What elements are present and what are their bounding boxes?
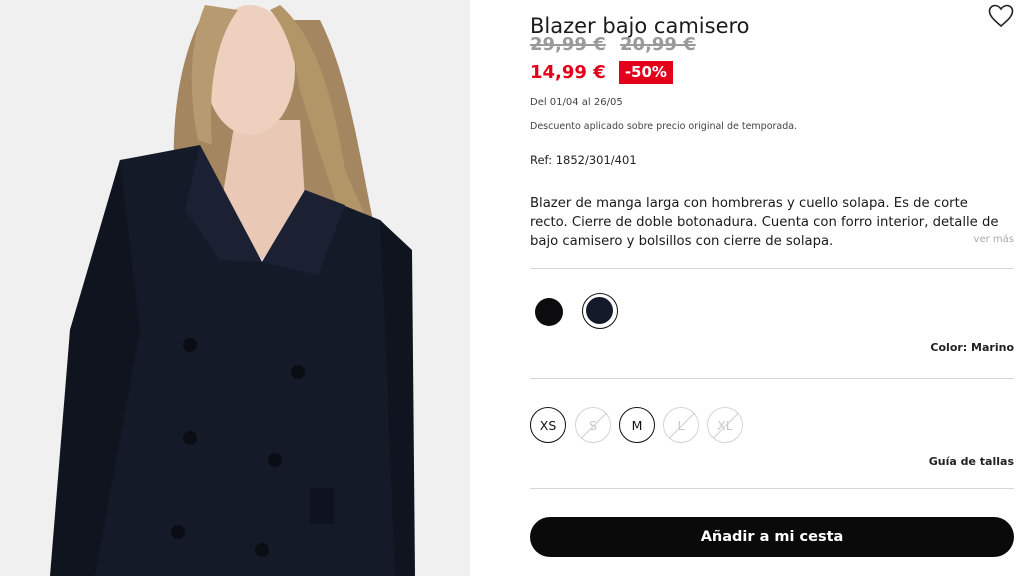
heart-icon[interactable] (988, 4, 1014, 28)
product-image (0, 0, 470, 576)
product-description: Blazer de manga larga con hombreras y cu… (530, 196, 999, 249)
color-label: Color: (930, 341, 968, 354)
color-swatch-navy-fill (586, 297, 613, 324)
divider (530, 488, 1014, 489)
current-price-row: 14,99 € -50% (530, 61, 673, 85)
size-option-s-unavailable[interactable]: S (575, 407, 611, 443)
size-guide-link[interactable]: Guía de tallas (929, 455, 1014, 468)
see-more-link[interactable]: ver más (974, 234, 1014, 245)
product-reference: Ref: 1852/301/401 (530, 153, 637, 167)
color-swatch-black[interactable] (535, 298, 563, 326)
selected-color: Color: Marino (930, 341, 1014, 354)
color-value: Marino (971, 341, 1014, 354)
promo-dates: Del 01/04 al 26/05 (530, 97, 623, 108)
original-prices: 29,99 € 20,99 € (530, 34, 704, 55)
product-info-panel: Blazer bajo camisero 29,99 € 20,99 € 14,… (530, 0, 1014, 576)
add-to-cart-button[interactable]: Añadir a mi cesta (530, 517, 1014, 557)
discount-note: Descuento aplicado sobre precio original… (530, 121, 798, 132)
original-price-2: 20,99 € (620, 34, 696, 55)
size-option-m[interactable]: M (619, 407, 655, 443)
model-wearing-blazer-illustration (0, 0, 470, 576)
size-option-xs[interactable]: XS (530, 407, 566, 443)
discount-badge: -50% (618, 61, 673, 84)
size-option-l-unavailable[interactable]: L (663, 407, 699, 443)
divider (530, 268, 1014, 269)
color-swatch-navy-selected[interactable] (582, 293, 618, 329)
current-price: 14,99 € (530, 62, 606, 83)
divider (530, 378, 1014, 379)
original-price-1: 29,99 € (530, 34, 606, 55)
size-option-xl-unavailable[interactable]: XL (707, 407, 743, 443)
